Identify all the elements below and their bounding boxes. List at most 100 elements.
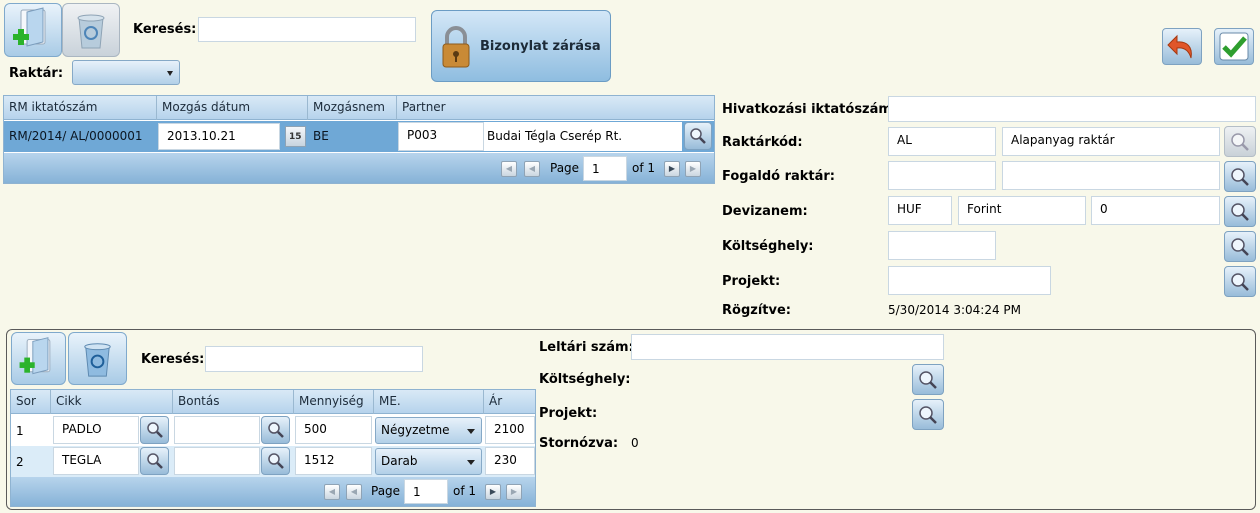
page-count-label: of 1 xyxy=(632,161,656,175)
receiving-name-field xyxy=(1002,161,1220,190)
split-lookup-button[interactable] xyxy=(261,416,290,444)
page-label: Page xyxy=(371,484,401,498)
currency-code-input[interactable]: HUF xyxy=(888,196,952,225)
close-document-button[interactable]: Bizonylat zárása xyxy=(431,10,611,82)
storno-label: Stornózva: xyxy=(539,436,619,451)
split-input[interactable] xyxy=(174,416,260,444)
split-input[interactable] xyxy=(174,447,260,475)
warehouse-label: Raktár: xyxy=(9,66,64,81)
previous-page-icon[interactable]: ◀ xyxy=(524,161,540,177)
items-grid-pager: ◀ ◀ Page 1 of 1 ▶ ▶ xyxy=(11,477,535,506)
undo-button[interactable] xyxy=(1162,28,1202,65)
row-number-cell: 2 xyxy=(16,455,24,469)
last-page-icon[interactable]: ▶ xyxy=(685,161,701,177)
recycle-bin-icon xyxy=(77,14,105,49)
calendar-icon: 15 xyxy=(289,132,302,142)
warehouse-code-input[interactable]: AL xyxy=(888,127,996,156)
warehouse-name-field: Alapanyag raktár xyxy=(1002,127,1220,156)
article-input[interactable]: TEGLA xyxy=(53,447,139,475)
previous-page-icon[interactable]: ◀ xyxy=(346,484,362,500)
cost-center-input[interactable] xyxy=(888,231,996,260)
page-number-input[interactable]: 1 xyxy=(583,156,627,181)
partner-lookup-button[interactable] xyxy=(684,122,712,150)
column-header[interactable]: RM iktatószám xyxy=(4,96,157,120)
row-number-cell: 1 xyxy=(16,424,24,438)
page-number-input[interactable]: 1 xyxy=(404,479,448,504)
movement-type-cell: BE xyxy=(313,129,329,143)
price-input[interactable]: 2100 xyxy=(485,416,535,444)
currency-label: Devizanem: xyxy=(722,204,808,219)
checkmark-icon xyxy=(1219,32,1249,61)
delete-item-button[interactable] xyxy=(68,332,127,385)
magnifier-icon xyxy=(1231,167,1249,186)
receiving-lookup-button[interactable] xyxy=(1224,161,1256,192)
search-input[interactable] xyxy=(198,17,416,42)
currency-lookup-button[interactable] xyxy=(1224,196,1256,227)
column-header[interactable]: Bontás xyxy=(173,390,294,414)
column-header[interactable]: Ár xyxy=(484,390,535,414)
chevron-down-icon xyxy=(467,429,475,434)
quantity-input[interactable]: 1512 xyxy=(295,447,372,475)
lock-icon xyxy=(442,26,470,68)
calendar-button[interactable]: 15 xyxy=(285,126,306,147)
item-project-lookup-button[interactable] xyxy=(912,399,944,430)
items-search-input[interactable] xyxy=(205,346,423,372)
magnifier-icon xyxy=(919,405,937,424)
unit-select[interactable]: Darab xyxy=(375,448,482,475)
new-item-icon xyxy=(19,337,51,375)
magnifier-icon xyxy=(690,128,706,144)
grid-header: RM iktatószám Mozgás dátum Mozgásnem Par… xyxy=(4,96,714,120)
table-row[interactable]: 1 PADLO 500 Négyzetme 2100 xyxy=(11,415,535,446)
first-page-icon[interactable]: ◀ xyxy=(501,161,517,177)
quantity-input[interactable]: 500 xyxy=(295,416,372,444)
recycle-button[interactable] xyxy=(62,3,120,57)
item-cost-center-lookup-button[interactable] xyxy=(912,364,944,395)
project-input[interactable] xyxy=(888,266,1051,295)
magnifier-icon xyxy=(146,453,163,469)
warehouse-lookup-button[interactable] xyxy=(1224,126,1256,157)
undo-arrow-icon xyxy=(1167,34,1192,59)
warehouse-select[interactable] xyxy=(72,60,180,85)
article-lookup-button[interactable] xyxy=(140,416,169,444)
items-search-label: Keresés: xyxy=(141,352,205,367)
column-header[interactable]: Mennyiség xyxy=(294,390,374,414)
column-header[interactable]: Sor xyxy=(11,390,51,414)
cost-center-lookup-button[interactable] xyxy=(1224,231,1256,262)
magnifier-icon xyxy=(267,453,284,469)
column-header[interactable]: Cikk xyxy=(51,390,173,414)
article-lookup-button[interactable] xyxy=(140,447,169,475)
table-row[interactable]: RM/2014/ AL/0000001 2013.10.21 15 BE P00… xyxy=(4,121,714,152)
date-input[interactable]: 2013.10.21 xyxy=(158,123,280,150)
column-header[interactable]: Mozgásnem xyxy=(308,96,397,120)
magnifier-icon xyxy=(146,422,163,438)
storno-value: 0 xyxy=(631,436,639,450)
unit-select-value: Négyzetme xyxy=(381,423,450,437)
new-item-button[interactable] xyxy=(11,332,66,385)
column-header[interactable]: Mozgás dátum xyxy=(157,96,308,120)
next-page-icon[interactable]: ▶ xyxy=(485,484,501,500)
table-row[interactable]: 2 TEGLA 1512 Darab 230 xyxy=(11,446,535,477)
partner-code-input[interactable]: P003 xyxy=(398,122,484,151)
cost-center-label: Költséghely: xyxy=(722,239,814,254)
new-document-button[interactable] xyxy=(4,3,62,57)
confirm-button[interactable] xyxy=(1214,28,1254,65)
column-header[interactable]: ME. xyxy=(374,390,484,414)
split-lookup-button[interactable] xyxy=(261,447,290,475)
magnifier-icon xyxy=(1231,202,1249,221)
close-document-label: Bizonylat zárása xyxy=(480,39,601,54)
inventory-number-input[interactable] xyxy=(631,334,944,360)
unit-select[interactable]: Négyzetme xyxy=(375,417,482,444)
article-input[interactable]: PADLO xyxy=(53,416,139,444)
price-input[interactable]: 230 xyxy=(485,447,535,475)
page-label: Page xyxy=(550,161,580,175)
receiving-code-input[interactable] xyxy=(888,161,996,190)
first-page-icon[interactable]: ◀ xyxy=(324,484,340,500)
last-page-icon[interactable]: ▶ xyxy=(506,484,522,500)
ref-number-input[interactable] xyxy=(888,96,1256,122)
project-lookup-button[interactable] xyxy=(1224,266,1256,297)
page-count-label: of 1 xyxy=(453,484,477,498)
next-page-icon[interactable]: ▶ xyxy=(664,161,680,177)
ref-number-label: Hivatkozási iktatószám: xyxy=(722,102,898,117)
items-grid: Sor Cikk Bontás Mennyiség ME. Ár 1 PADLO… xyxy=(10,389,536,507)
column-header[interactable]: Partner xyxy=(397,96,714,120)
